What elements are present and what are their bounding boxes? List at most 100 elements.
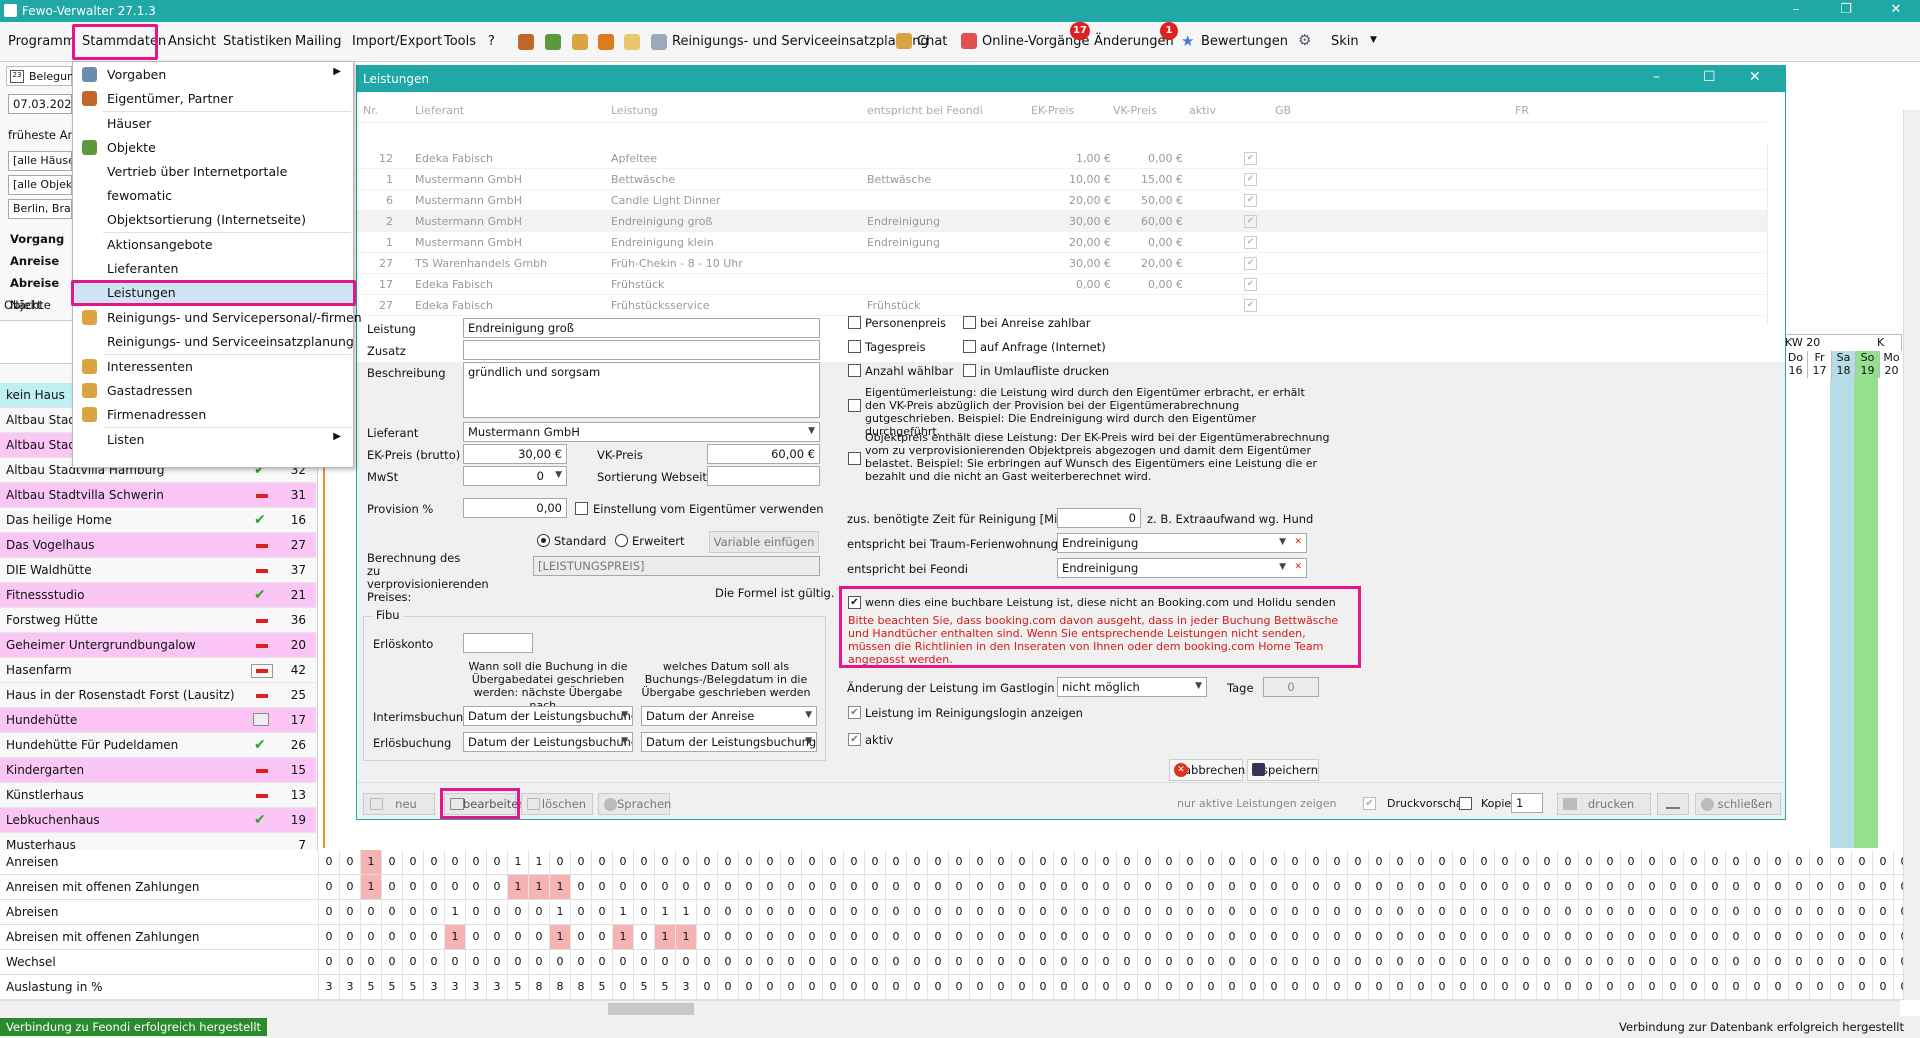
object-row[interactable]: DIE Waldhütte 37 bbox=[0, 558, 316, 583]
object-row[interactable]: Kindergarten 15 bbox=[0, 758, 316, 783]
object-row[interactable]: Lebkuchenhaus ✔ 19 bbox=[0, 808, 316, 833]
object-row[interactable]: Hundehütte 17 bbox=[0, 708, 316, 733]
speichern-button[interactable]: speichern bbox=[1247, 759, 1319, 781]
people-icon[interactable] bbox=[518, 34, 534, 50]
scroll-thumb[interactable] bbox=[608, 1003, 694, 1015]
provision-owner-checkbox[interactable] bbox=[575, 502, 588, 515]
zeit-field[interactable]: 0 bbox=[1057, 508, 1141, 528]
druckvorschau-checkbox[interactable] bbox=[1459, 797, 1472, 810]
menu-bewertungen[interactable]: Bewertungen bbox=[1201, 34, 1288, 49]
menu-item-2[interactable]: Häuser bbox=[73, 112, 353, 136]
anfrage-checkbox[interactable] bbox=[963, 340, 976, 353]
menu-item-7[interactable]: Aktionsangebote bbox=[73, 233, 353, 257]
menu-item-6[interactable]: Objektsortierung (Internetseite) bbox=[73, 208, 353, 232]
nur-aktive-checkbox[interactable]: ✔ bbox=[1363, 797, 1376, 810]
active-checkbox[interactable]: ✔ bbox=[1244, 257, 1257, 270]
city-select[interactable]: Berlin, Brande bbox=[8, 199, 72, 219]
gear-icon[interactable]: ⚙ bbox=[1298, 31, 1311, 49]
belegung-button[interactable]: 23 Belegung bbox=[6, 66, 81, 86]
service-row[interactable]: 27 TS Warenhandels Gmbh Früh-Chekin - 8 - … bbox=[357, 253, 1767, 274]
erloeskonto-field[interactable] bbox=[463, 633, 533, 653]
column-header[interactable]: Nr. bbox=[363, 104, 378, 117]
column-header[interactable]: entspricht bei Feondi bbox=[867, 104, 983, 117]
gast-select[interactable]: nicht möglich ▼ bbox=[1057, 677, 1207, 697]
calendar-day[interactable]: Fr 17 bbox=[1807, 351, 1831, 378]
interim1-select[interactable]: Datum der Leistungsbuchung ▼ bbox=[463, 706, 633, 726]
column-header[interactable]: aktiv bbox=[1189, 104, 1216, 117]
menu-mailing[interactable]: Mailing bbox=[295, 34, 342, 49]
skin-dropdown-icon[interactable]: ▼ bbox=[1370, 35, 1377, 45]
menu-skin[interactable]: Skin bbox=[1331, 34, 1359, 49]
grid-scrollbar[interactable] bbox=[1767, 144, 1783, 324]
umlauf-checkbox[interactable] bbox=[963, 364, 976, 377]
object-row[interactable]: Hundehütte Für Pudeldamen ✔ 26 bbox=[0, 733, 316, 758]
objekte-select[interactable]: [alle Objekte] bbox=[8, 175, 72, 195]
house-icon[interactable] bbox=[545, 34, 561, 50]
menu-item-11[interactable]: Reinigungs- und Serviceeinsatzplanung bbox=[73, 330, 354, 354]
menu-statistiken[interactable]: Statistiken bbox=[223, 34, 292, 49]
calendar-icon[interactable] bbox=[961, 33, 977, 49]
erweitert-radio[interactable] bbox=[615, 534, 628, 547]
beschreibung-field[interactable]: gründlich und sorgsam bbox=[463, 362, 820, 418]
loeschen-button[interactable]: löschen bbox=[521, 793, 593, 815]
menu-item-14[interactable]: Firmenadressen bbox=[73, 403, 353, 427]
cleaning-icon[interactable] bbox=[651, 34, 667, 50]
booking-checkbox[interactable]: ✔ bbox=[848, 596, 861, 609]
provision-field[interactable]: 0,00 bbox=[463, 498, 567, 518]
object-row[interactable]: Forstweg Hütte 36 bbox=[0, 608, 316, 633]
standard-radio[interactable] bbox=[537, 534, 550, 547]
tage-field[interactable]: 0 bbox=[1263, 677, 1319, 697]
vertical-scrollbar[interactable] bbox=[1903, 110, 1920, 1000]
object-row[interactable]: Musterhaus 7 bbox=[0, 833, 316, 849]
interim2-select[interactable]: Datum der Anreise ▼ bbox=[641, 706, 817, 726]
dialog-close-icon[interactable]: ✕ bbox=[1749, 69, 1761, 85]
menu-item-13[interactable]: Gastadressen bbox=[73, 379, 353, 403]
feondi-select[interactable]: Endreinigung ▼ ✕ bbox=[1057, 558, 1307, 578]
service-row[interactable]: 2 Mustermann GmbH Endreinigung groß Endrein… bbox=[357, 211, 1767, 232]
object-row[interactable]: Geheimer Untergrundbungalow 20 bbox=[0, 633, 316, 658]
notepad-icon[interactable] bbox=[624, 34, 640, 50]
neu-button[interactable]: neu bbox=[363, 793, 435, 815]
minimize-icon[interactable]: – bbox=[1776, 2, 1816, 17]
service-row[interactable]: 12 Edeka Fabisch Apfeltee 1,00 € 0,00 € ✔ bbox=[357, 148, 1767, 169]
menu-item-15[interactable]: Listen ▶ bbox=[73, 428, 353, 452]
object-row[interactable]: Künstlerhaus 13 bbox=[0, 783, 316, 808]
column-header[interactable]: FR bbox=[1515, 104, 1529, 117]
eigentuemer-checkbox[interactable] bbox=[848, 399, 861, 412]
horizontal-scrollbar[interactable] bbox=[0, 1000, 1900, 1016]
column-header[interactable]: GB bbox=[1275, 104, 1291, 117]
menu-item-5[interactable]: fewomatic bbox=[73, 184, 353, 208]
object-row[interactable]: Fitnessstudio ✔ 21 bbox=[0, 583, 316, 608]
date-field[interactable]: 07.03.2024 bbox=[8, 94, 72, 114]
menu-item-3[interactable]: Objekte bbox=[73, 136, 353, 160]
ek-field[interactable]: 30,00 € bbox=[463, 444, 567, 464]
dialog-minimize-icon[interactable]: – bbox=[1653, 69, 1660, 85]
active-checkbox[interactable]: ✔ bbox=[1244, 278, 1257, 291]
variable-button[interactable]: Variable einfügen bbox=[709, 531, 819, 553]
haeuser-select[interactable]: [alle Häuser] bbox=[8, 151, 72, 171]
service-row[interactable]: 6 Mustermann GmbH Candle Light Dinner 20,00… bbox=[357, 190, 1767, 211]
active-checkbox[interactable]: ✔ bbox=[1244, 173, 1257, 186]
anzahl-checkbox[interactable] bbox=[848, 364, 861, 377]
calendar-day[interactable]: Mo 20 bbox=[1879, 351, 1903, 378]
traum-select[interactable]: Endreinigung ▼ ✕ bbox=[1057, 533, 1307, 553]
menu-help[interactable]: ? bbox=[488, 34, 495, 49]
export-button[interactable] bbox=[1657, 793, 1689, 815]
service-row[interactable]: 27 Edeka Fabisch Frühstücksservice Frühstüc… bbox=[357, 295, 1767, 316]
column-header[interactable]: EK-Preis bbox=[1031, 104, 1074, 117]
kopie-field[interactable]: 1 bbox=[1511, 793, 1543, 813]
vk-field[interactable]: 60,00 € bbox=[707, 444, 820, 464]
aktiv-checkbox[interactable]: ✔ bbox=[848, 733, 861, 746]
objektpreis-checkbox[interactable] bbox=[848, 452, 861, 465]
menu-item-8[interactable]: Lieferanten bbox=[73, 257, 353, 281]
menu-chat[interactable]: Chat bbox=[917, 34, 947, 49]
active-checkbox[interactable]: ✔ bbox=[1244, 215, 1257, 228]
close-icon[interactable]: ✕ bbox=[1876, 2, 1916, 17]
calendar-day[interactable]: So 19 bbox=[1855, 351, 1879, 378]
formula-field[interactable]: [LEISTUNGSPREIS] bbox=[533, 556, 820, 576]
sort-field[interactable] bbox=[707, 466, 820, 486]
active-checkbox[interactable]: ✔ bbox=[1244, 236, 1257, 249]
object-row[interactable]: Hasenfarm 42 bbox=[0, 658, 316, 683]
active-checkbox[interactable]: ✔ bbox=[1244, 152, 1257, 165]
sprachen-button[interactable]: Sprachen bbox=[598, 793, 671, 815]
